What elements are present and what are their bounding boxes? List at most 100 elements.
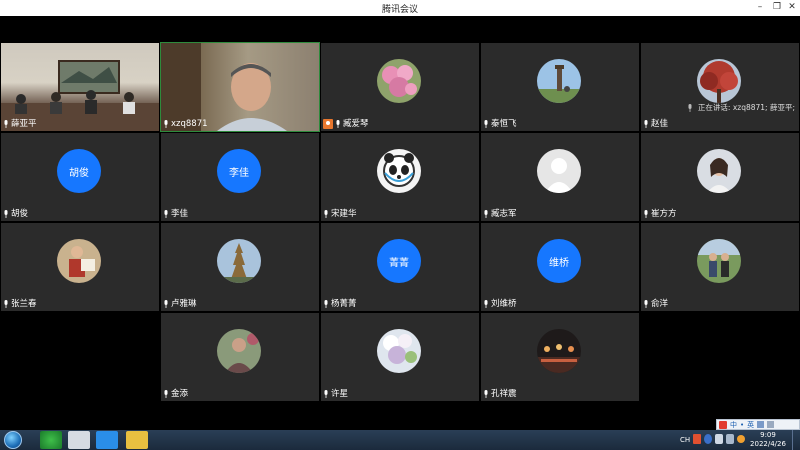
close-icon[interactable]: ✕	[786, 1, 798, 14]
minimize-icon[interactable]: –	[754, 1, 766, 14]
microphone-icon	[688, 103, 692, 112]
participant-tile[interactable]: 菁菁 杨菁菁	[321, 223, 479, 311]
participant-name: 许星	[323, 388, 348, 400]
ime-logo-icon	[719, 420, 727, 429]
participant-name: xzq8871	[163, 118, 208, 130]
ime-toolbar[interactable]: 中 • 英	[716, 419, 800, 430]
start-button-icon[interactable]	[4, 431, 22, 449]
participant-name: 崔方方	[643, 208, 677, 220]
participant-tile[interactable]: 正在讲话: xzq8871; 薛亚平; 赵佳	[641, 43, 799, 131]
ime-punct[interactable]: •	[740, 421, 744, 429]
microphone-icon	[644, 210, 648, 218]
participant-tile[interactable]: 金添	[161, 313, 319, 401]
participant-name: 赵佳	[643, 118, 668, 130]
participant-tile[interactable]: 崔方方	[641, 133, 799, 221]
language-indicator[interactable]: CH	[680, 436, 690, 444]
participant-tile[interactable]: 李佳 李佳	[161, 133, 319, 221]
ime-mode-english[interactable]: 英	[747, 420, 754, 430]
participant-tile[interactable]: 孔祥震	[481, 313, 639, 401]
microphone-icon	[164, 390, 168, 398]
participant-tile[interactable]: 张兰春	[1, 223, 159, 311]
network-icon[interactable]	[715, 434, 723, 444]
help-icon[interactable]	[704, 434, 712, 444]
participant-name: 刘维桥	[483, 298, 517, 310]
microphone-icon	[644, 120, 648, 128]
window-title-bar: 腾讯会议 – ❐ ✕	[0, 0, 800, 16]
participant-tile[interactable]: 臧志军	[481, 133, 639, 221]
show-desktop-button[interactable]	[792, 430, 800, 450]
calculator-icon[interactable]	[68, 431, 90, 449]
ie-browser-icon[interactable]	[40, 431, 62, 449]
microphone-icon	[644, 300, 648, 308]
microphone-icon	[164, 300, 168, 308]
participant-name: 孔祥震	[483, 388, 517, 400]
participant-name: 张兰春	[3, 298, 37, 310]
clock-date[interactable]: 2022/4/26	[748, 440, 788, 448]
participant-tile[interactable]: 维桥 刘维桥	[481, 223, 639, 311]
microphone-icon	[324, 300, 328, 308]
default-person-avatar	[537, 149, 581, 193]
participant-tile[interactable]: 胡俊 胡俊	[1, 133, 159, 221]
night-street-avatar	[537, 329, 581, 373]
participant-name: 臧爱琴	[323, 118, 369, 130]
file-explorer-icon[interactable]	[126, 431, 148, 449]
text-avatar: 菁菁	[377, 239, 421, 283]
microphone-icon	[164, 210, 168, 218]
microphone-icon	[484, 210, 488, 218]
microphone-icon	[324, 210, 328, 218]
host-icon	[323, 119, 333, 129]
microphone-icon	[484, 390, 488, 398]
text-avatar: 维桥	[537, 239, 581, 283]
tower-landscape-avatar	[537, 59, 581, 103]
microphone-icon	[336, 120, 340, 128]
participant-tile[interactable]: 许星	[321, 313, 479, 401]
participant-tile[interactable]: 宋建华	[321, 133, 479, 221]
participant-name: 宋建华	[323, 208, 357, 220]
microphone-icon	[164, 120, 168, 128]
participant-name: 薛亚平	[3, 118, 37, 130]
microphone-icon	[484, 120, 488, 128]
participant-name: 秦恒飞	[483, 118, 517, 130]
participant-name: 臧志军	[483, 208, 517, 220]
volume-icon[interactable]	[726, 434, 734, 444]
participant-name: 杨菁菁	[323, 298, 357, 310]
participant-tile[interactable]: 秦恒飞	[481, 43, 639, 131]
microphone-icon	[4, 300, 8, 308]
windows-taskbar: CH 9:09 2022/4/26	[0, 430, 800, 450]
window-title: 腾讯会议	[381, 5, 418, 15]
woman-portrait-avatar	[697, 149, 741, 193]
red-autumn-tree-avatar	[697, 59, 741, 103]
participant-tile[interactable]: 薛亚平	[1, 43, 159, 131]
participant-name: 胡俊	[3, 208, 28, 220]
participant-tile[interactable]: 俞洋	[641, 223, 799, 311]
clock-time[interactable]: 9:09	[748, 431, 788, 439]
microphone-icon	[4, 210, 8, 218]
text-avatar: 胡俊	[57, 149, 101, 193]
participant-tile[interactable]: 臧爱琴	[321, 43, 479, 131]
microphone-icon	[4, 120, 8, 128]
microphone-icon	[484, 300, 488, 308]
white-blossoms-avatar	[377, 329, 421, 373]
participant-name: 李佳	[163, 208, 188, 220]
tencent-meeting-icon[interactable]	[96, 431, 118, 449]
restore-icon[interactable]: ❐	[771, 1, 783, 14]
pink-flowers-avatar	[377, 59, 421, 103]
meeting-gallery: 薛亚平 xzq8871 臧爱琴 秦恒飞 正在讲话: xzq8871; 薛亚平; …	[0, 16, 800, 430]
golden-pagoda-avatar	[217, 239, 261, 283]
speaking-indicator: 正在讲话: xzq8871; 薛亚平;	[687, 102, 795, 113]
ime-keyboard-icon[interactable]	[757, 421, 765, 428]
man-outdoor-avatar	[217, 329, 261, 373]
microphone-icon	[324, 390, 328, 398]
participant-tile[interactable]: 卢雅琳	[161, 223, 319, 311]
panda-mascot-avatar	[377, 149, 421, 193]
couple-outdoor-avatar	[697, 239, 741, 283]
participant-tile-active[interactable]: xzq8871	[160, 42, 320, 132]
ime-mode-chinese[interactable]: 中	[730, 420, 737, 430]
ime-settings-icon[interactable]	[767, 421, 775, 428]
participant-name: 金添	[163, 388, 188, 400]
text-avatar: 李佳	[217, 149, 261, 193]
tray-status-icon[interactable]	[737, 435, 745, 443]
tray-app-icon[interactable]	[693, 434, 701, 444]
participant-name: 俞洋	[643, 298, 668, 310]
participant-name: 卢雅琳	[163, 298, 197, 310]
